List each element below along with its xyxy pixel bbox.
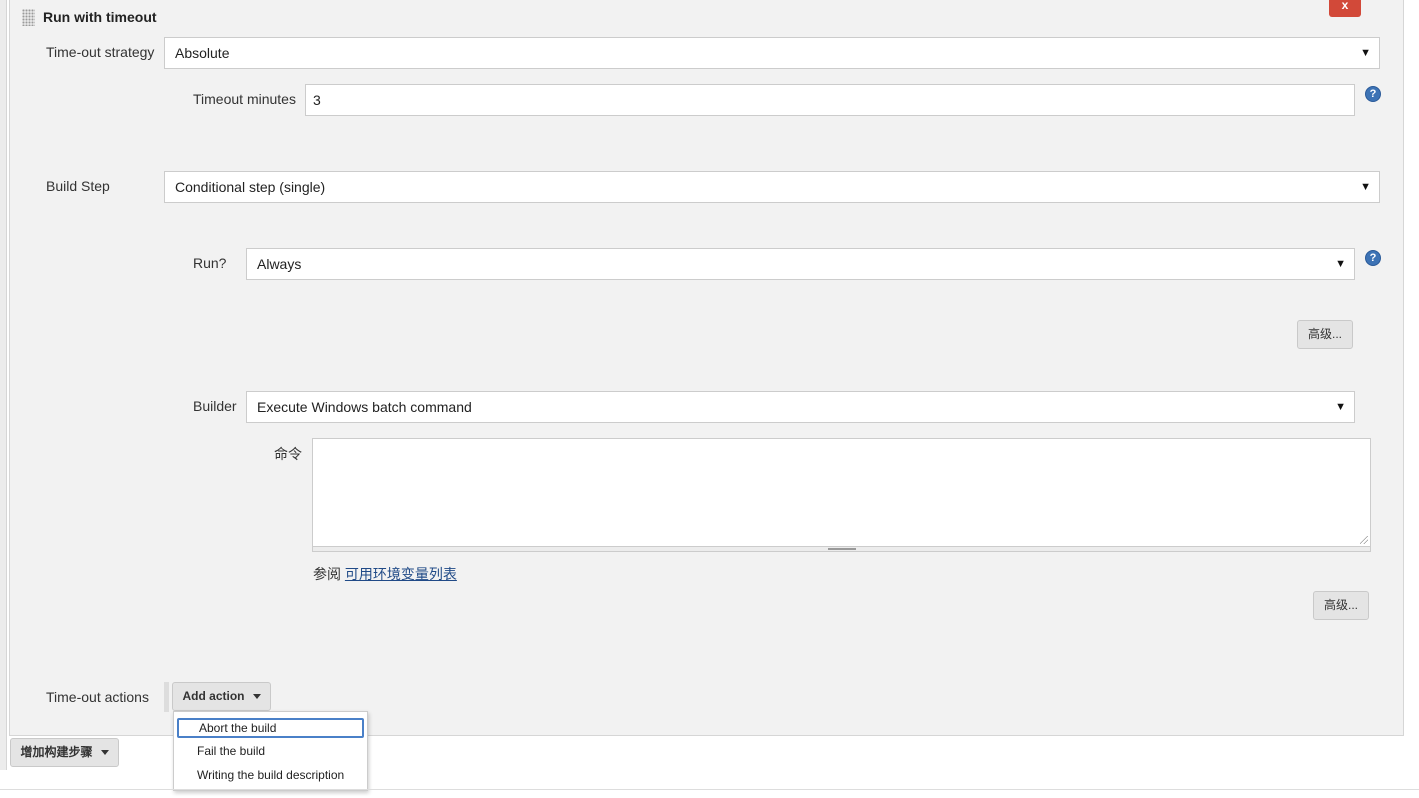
see-prefix: 参阅 [313, 566, 341, 582]
left-gutter [0, 0, 7, 770]
command-textarea[interactable] [312, 438, 1371, 547]
build-step-label: Build Step [46, 178, 110, 194]
timeout-strategy-select[interactable]: Absolute ▼ [164, 37, 1380, 69]
question-circle-icon[interactable]: ? [1365, 250, 1381, 266]
run-condition-select[interactable]: Always ▼ [246, 248, 1355, 280]
timeout-minutes-input[interactable]: 3 [305, 84, 1355, 116]
env-vars-link[interactable]: 可用环境变量列表 [345, 566, 457, 582]
builder-label: Builder [193, 398, 237, 414]
add-action-button[interactable]: Add action [172, 682, 271, 711]
build-step-value: Conditional step (single) [175, 179, 326, 195]
textarea-resize-handle[interactable] [312, 546, 1371, 552]
add-action-label: Add action [182, 689, 245, 703]
menu-item-abort-build[interactable]: Abort the build [177, 718, 364, 738]
env-vars-hint: 参阅 可用环境变量列表 [313, 564, 457, 584]
timeout-actions-label: Time-out actions [46, 689, 149, 705]
add-build-step-button[interactable]: 增加构建步骤 [10, 738, 119, 767]
build-step-select[interactable]: Conditional step (single) ▼ [164, 171, 1380, 203]
triangle-down-icon: ▼ [1335, 258, 1346, 270]
builder-select[interactable]: Execute Windows batch command ▼ [246, 391, 1355, 423]
caret-down-icon [100, 750, 109, 756]
bottom-divider [0, 789, 1419, 790]
triangle-down-icon: ▼ [1360, 181, 1371, 193]
run-condition-label: Run? [193, 255, 227, 271]
add-action-menu: Abort the build Fail the build Writing t… [173, 711, 368, 791]
command-label: 命令 [274, 446, 302, 462]
advanced-button-2[interactable]: 高级... [1313, 591, 1369, 620]
caret-down-icon [252, 694, 261, 700]
add-build-step-label: 增加构建步骤 [20, 745, 93, 759]
section-title: Run with timeout [43, 9, 157, 25]
advanced-button[interactable]: 高级... [1297, 320, 1353, 349]
triangle-down-icon: ▼ [1360, 47, 1371, 59]
question-circle-icon[interactable]: ? [1365, 86, 1381, 102]
timeout-strategy-value: Absolute [175, 45, 230, 61]
delete-step-button[interactable]: x [1329, 0, 1361, 17]
run-condition-value: Always [257, 256, 302, 272]
grip-icon [828, 548, 856, 550]
menu-item-fail-build[interactable]: Fail the build [177, 742, 364, 762]
actions-divider [164, 682, 169, 712]
menu-item-write-description[interactable]: Writing the build description [177, 766, 364, 786]
drag-handle-icon[interactable] [22, 9, 35, 26]
builder-value: Execute Windows batch command [257, 399, 472, 415]
triangle-down-icon: ▼ [1335, 401, 1346, 413]
timeout-minutes-label: Timeout minutes [193, 91, 296, 107]
resize-corner-icon[interactable] [1360, 536, 1368, 544]
timeout-strategy-label: Time-out strategy [46, 44, 155, 60]
